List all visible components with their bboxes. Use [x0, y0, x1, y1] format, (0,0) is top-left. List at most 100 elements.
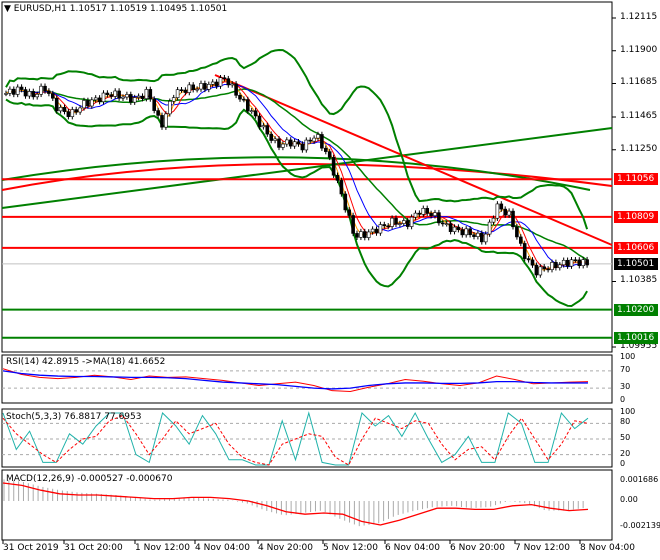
candle-body: [144, 89, 149, 99]
candle-body: [203, 83, 207, 90]
candle-body: [148, 89, 153, 100]
candle-body: [323, 147, 328, 152]
time-axis-label: 8 Nov 04:00: [580, 543, 635, 553]
candle-body: [378, 224, 383, 234]
candle-body: [35, 93, 40, 98]
rsi-axis-label: 100: [620, 352, 636, 361]
candle-body: [308, 139, 313, 142]
candle-body: [8, 88, 12, 94]
candle-body: [253, 110, 258, 117]
long-ma-green: [1, 156, 591, 191]
candle-body: [581, 259, 586, 266]
rsi-label: RSI(14) 42.8915 ->MA(18) 41.6652: [6, 357, 166, 367]
candle-body: [515, 226, 519, 238]
candle-body: [152, 98, 156, 111]
candle-body: [47, 90, 51, 94]
candle-body: [483, 233, 488, 243]
candle-body: [281, 143, 285, 148]
rsi-axis-label: 70: [620, 364, 631, 374]
candle-body: [370, 228, 375, 233]
candle-body: [183, 89, 188, 93]
candle-body: [82, 100, 86, 109]
candle-body: [164, 113, 168, 128]
candle-body: [499, 203, 504, 210]
candle-body: [460, 229, 465, 236]
candle-body: [464, 228, 469, 236]
candle-body: [117, 90, 121, 99]
candle-body: [456, 226, 461, 230]
candle-body: [511, 210, 515, 228]
macd-axis-label: 0.00: [620, 495, 638, 504]
candle-body: [394, 217, 398, 225]
price-axis-label: 1.11685: [620, 77, 658, 88]
candle-body: [249, 110, 254, 113]
candle-body: [175, 89, 180, 98]
stoch-label: Stoch(5,3,3) 76.8817 77.6953: [6, 412, 142, 422]
candle-body: [386, 225, 391, 228]
collapse-triangle-icon[interactable]: ▼: [4, 4, 11, 14]
candle-body: [429, 213, 433, 217]
candle-body: [421, 208, 426, 215]
bollinger-lower: [5, 98, 588, 308]
candle-body: [86, 100, 90, 107]
candle-body: [374, 228, 379, 234]
candle-body: [238, 95, 242, 100]
candle-body: [273, 138, 277, 141]
candle-body: [257, 115, 262, 128]
stoch-axis-label: 80: [620, 417, 631, 427]
candle-body: [23, 89, 28, 97]
candle-body: [288, 139, 293, 147]
candle-body: [577, 259, 582, 266]
macd-axis-label: 0.001686: [620, 474, 659, 484]
candle-body: [573, 259, 578, 262]
candle-body: [472, 234, 476, 237]
candle-body: [113, 90, 117, 97]
candle-body: [433, 212, 437, 217]
rsi-ma-line: [2, 370, 588, 390]
candle-body: [405, 220, 410, 227]
current-price-tag: 1.10501: [614, 257, 658, 270]
chart-header: ▼ EURUSD,H1 1.10517 1.10519 1.10495 1.10…: [4, 4, 227, 14]
candle-body: [261, 125, 266, 128]
candle-body: [292, 141, 297, 147]
level-price-tag: 1.11056: [614, 173, 658, 186]
candle-body: [565, 259, 570, 267]
candle-body: [246, 99, 250, 112]
price-axis-label: 1.11250: [620, 143, 658, 154]
candle-body: [43, 85, 47, 92]
candle-body: [495, 203, 500, 219]
time-axis-label: 6 Nov 20:00: [450, 543, 505, 553]
candle-body: [320, 134, 324, 149]
candle-body: [230, 83, 234, 86]
candle-body: [561, 259, 566, 266]
candle-body: [546, 268, 550, 271]
price-axis-label: 1.11900: [620, 44, 658, 55]
candle-body: [156, 110, 160, 116]
candle-body: [277, 138, 281, 148]
level-price-tag: 1.10809: [614, 210, 658, 223]
candle-body: [425, 208, 430, 214]
candle-body: [300, 143, 305, 151]
stoch-axis-label: 50: [620, 433, 631, 442]
candle-body: [4, 93, 8, 95]
candle-body: [542, 266, 547, 270]
candle-body: [93, 97, 98, 101]
price-axis-label: 1.11465: [620, 111, 658, 121]
candle-body: [12, 88, 16, 95]
trendline-red: [214, 74, 613, 246]
candle-body: [54, 97, 59, 112]
candle-body: [78, 107, 82, 113]
stoch-axis-label: 100: [620, 407, 636, 416]
ohlc-values: 1.10517 1.10519 1.10495 1.10501: [69, 4, 228, 14]
stoch-axis-label: 0: [620, 459, 626, 468]
candle-body: [50, 93, 55, 99]
candle-body: [440, 222, 445, 225]
candle-body: [530, 259, 535, 266]
candle-body: [179, 89, 184, 92]
candle-body: [187, 84, 192, 93]
candle-body: [331, 157, 336, 176]
candle-body: [105, 92, 110, 96]
level-price-tag: 1.10606: [614, 241, 658, 254]
candle-body: [242, 98, 246, 101]
candle-body: [518, 236, 523, 244]
